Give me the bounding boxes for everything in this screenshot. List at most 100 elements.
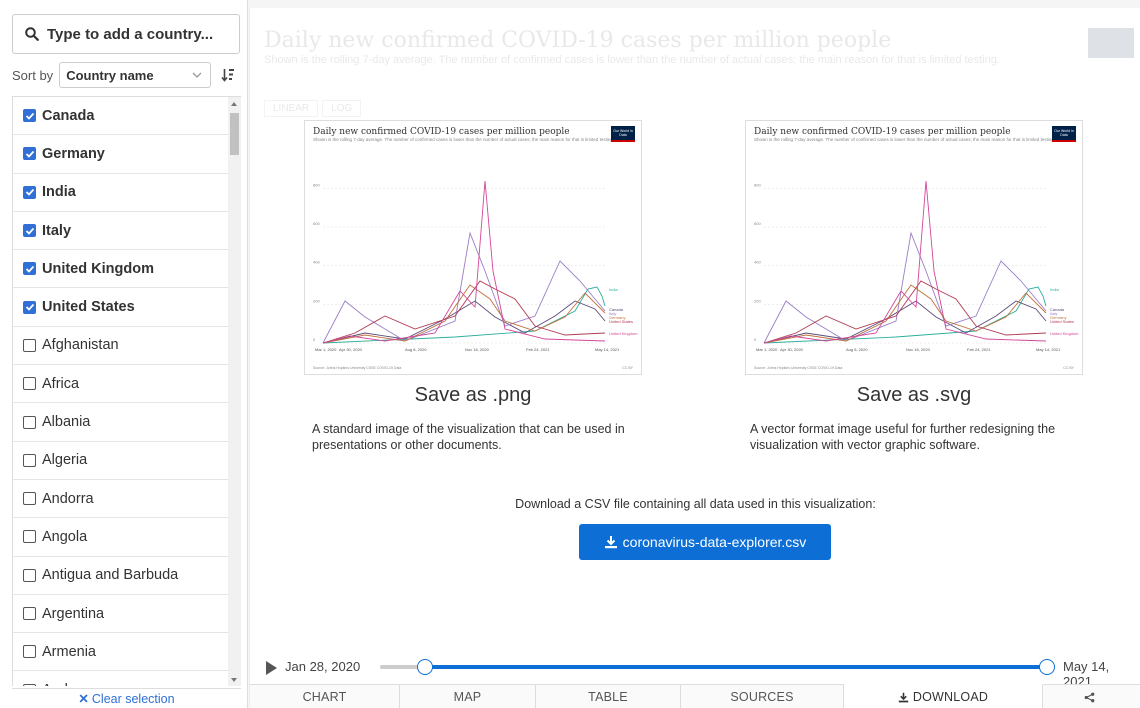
country-search-input[interactable]: Type to add a country... — [12, 14, 240, 54]
tab-share[interactable] — [1043, 685, 1140, 708]
check-icon — [25, 150, 34, 158]
country-item[interactable]: United Kingdom — [13, 250, 229, 289]
country-label: Albania — [42, 414, 91, 431]
country-item[interactable]: Algeria — [13, 442, 229, 480]
scroll-thumb[interactable] — [230, 113, 239, 155]
tab-map[interactable]: MAP — [400, 685, 536, 708]
search-icon — [25, 27, 39, 41]
preview-license: CC BY — [622, 366, 633, 370]
country-item[interactable]: India — [13, 174, 229, 212]
tab-chart[interactable]: CHART — [250, 685, 400, 708]
tab-download[interactable]: DOWNLOAD — [844, 684, 1043, 708]
checkbox-unchecked[interactable] — [23, 568, 36, 582]
series-line — [322, 280, 606, 344]
country-label: Andorra — [42, 490, 94, 507]
checkbox-unchecked[interactable] — [23, 492, 36, 506]
scroll-down-icon[interactable] — [231, 678, 237, 682]
country-item[interactable]: Armenia — [13, 633, 229, 672]
svg-preview-card[interactable]: 0 200 400 600 800 Mar 1, 2020 Apr 30, 2020 Aug … — [745, 120, 1083, 375]
country-item[interactable]: Germany — [13, 135, 229, 174]
country-item[interactable]: Albania — [13, 403, 229, 442]
y-tick-label: 800 — [754, 182, 761, 187]
country-item[interactable]: Canada — [13, 97, 229, 136]
timeline-end-handle[interactable] — [1039, 659, 1055, 675]
save-svg-button[interactable]: Save as .svg — [745, 384, 1083, 407]
series-line — [763, 231, 1047, 344]
country-item[interactable]: Africa — [13, 365, 229, 404]
country-item[interactable]: Aruba — [13, 671, 229, 686]
x-tick-label: Apr 30, 2020 — [780, 347, 804, 352]
timeline: Jan 28, 2020 May 14, 2021 — [250, 658, 1140, 689]
tab-table[interactable]: TABLE — [536, 685, 681, 708]
y-tick-label: 200 — [754, 298, 761, 303]
checkbox-unchecked[interactable] — [23, 377, 36, 391]
country-item[interactable]: Afghanistan — [13, 327, 229, 366]
legend-label: United Kingdom — [609, 331, 638, 336]
sort-order-icon[interactable] — [221, 68, 235, 82]
country-item[interactable]: Argentina — [13, 595, 229, 634]
checkbox-checked[interactable] — [23, 262, 36, 276]
country-item[interactable]: Antigua and Barbuda — [13, 557, 229, 595]
checkbox-unchecked[interactable] — [23, 530, 36, 544]
country-label: Algeria — [42, 452, 88, 469]
preview-subtitle: Shown is the rolling 7-day average. The … — [313, 137, 615, 142]
country-item[interactable]: Andorra — [13, 480, 229, 519]
tab-sources[interactable]: SOURCES — [681, 685, 844, 708]
x-tick-label: Mar 1, 2020 — [315, 347, 337, 352]
legend-label: United Kingdom — [1050, 331, 1079, 336]
country-label: Aruba — [42, 682, 81, 686]
x-tick-label: Feb 24, 2021 — [526, 347, 550, 352]
scroll-up-icon[interactable] — [231, 102, 237, 106]
checkbox-unchecked[interactable] — [23, 645, 36, 659]
checkbox-unchecked[interactable] — [23, 338, 36, 352]
background-logo — [1088, 28, 1134, 58]
country-label: Angola — [42, 528, 88, 545]
check-icon — [25, 265, 34, 273]
country-label: Africa — [42, 375, 80, 392]
checkbox-checked[interactable] — [23, 224, 36, 238]
list-scrollbar[interactable] — [228, 97, 241, 686]
country-item[interactable]: Angola — [13, 518, 229, 557]
download-icon — [898, 692, 909, 702]
x-tick-label: Mar 1, 2020 — [756, 347, 778, 352]
check-icon — [25, 112, 34, 120]
timeline-start-handle[interactable] — [417, 659, 433, 675]
csv-description: Download a CSV file containing all data … — [515, 497, 876, 511]
tab-bar: CHART MAP TABLE SOURCES DOWNLOAD — [250, 684, 1140, 708]
x-tick-label: Feb 24, 2021 — [967, 347, 991, 352]
checkbox-checked[interactable] — [23, 300, 36, 314]
timeline-range — [425, 665, 1047, 669]
search-placeholder: Type to add a country... — [47, 25, 214, 43]
x-tick-label: Nov 16, 2020 — [906, 347, 931, 352]
checkbox-unchecked[interactable] — [23, 415, 36, 429]
country-label: United States — [42, 299, 135, 316]
play-icon[interactable] — [266, 661, 277, 675]
download-csv-label: coronavirus-data-explorer.csv — [622, 534, 807, 550]
png-preview-card[interactable]: 0 200 400 600 800 Mar 1, 2020 Apr 30, 2020 Aug … — [304, 120, 642, 375]
download-csv-button[interactable]: coronavirus-data-explorer.csv — [579, 524, 831, 560]
x-tick-label: Nov 16, 2020 — [465, 347, 490, 352]
save-png-button[interactable]: Save as .png — [304, 384, 642, 407]
checkbox-checked[interactable] — [23, 109, 36, 123]
check-icon — [25, 189, 34, 197]
country-label: Armenia — [42, 643, 96, 660]
download-icon — [604, 536, 617, 549]
checkbox-unchecked[interactable] — [23, 683, 36, 686]
sort-by-label: Sort by — [12, 67, 54, 83]
background-subtitle: Shown is the rolling 7-day average. The … — [264, 54, 1000, 66]
y-tick-label: 600 — [313, 221, 320, 226]
x-tick-label: Aug 8, 2020 — [846, 347, 868, 352]
svg-preview-image: 0 200 400 600 800 Mar 1, 2020 Apr 30, 2020 Aug … — [746, 121, 1082, 374]
country-item[interactable]: Italy — [13, 212, 229, 251]
checkbox-unchecked[interactable] — [23, 607, 36, 620]
checkbox-unchecked[interactable] — [23, 453, 36, 467]
clear-selection-button[interactable]: ✕ Clear selection — [12, 688, 241, 708]
sort-value: Country name — [66, 67, 154, 83]
sort-select[interactable]: Country name — [59, 62, 212, 88]
series-line — [763, 280, 1047, 344]
checkbox-checked[interactable] — [23, 185, 36, 199]
country-item[interactable]: United States — [13, 288, 229, 327]
preview-title: Daily new confirmed COVID-19 cases per m… — [754, 127, 1011, 137]
checkbox-checked[interactable] — [23, 147, 36, 161]
x-tick-label: Apr 30, 2020 — [339, 347, 363, 352]
